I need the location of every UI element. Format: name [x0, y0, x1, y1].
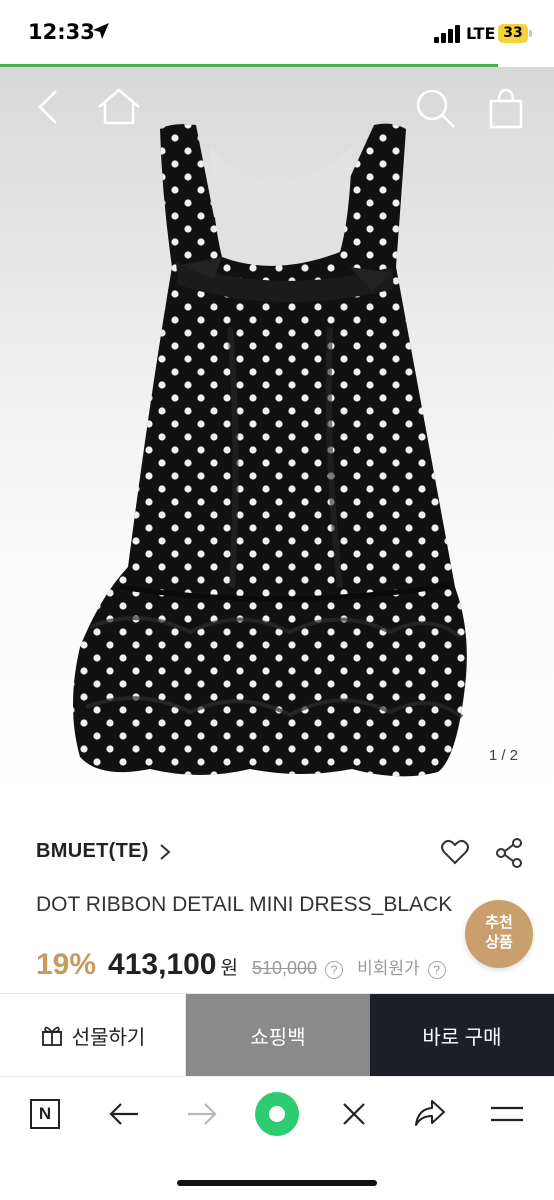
brand-link[interactable]: BMUET(TE) — [36, 840, 171, 863]
battery-tip — [529, 30, 532, 37]
search-icon[interactable] — [414, 87, 456, 129]
gift-icon — [41, 1026, 62, 1046]
buy-now-button[interactable]: 바로 구매 — [370, 994, 554, 1076]
green-dot-icon[interactable] — [254, 1091, 300, 1137]
location-arrow-icon — [93, 23, 109, 39]
home-icon[interactable] — [96, 87, 142, 127]
close-icon[interactable] — [342, 1102, 366, 1126]
chevron-right-icon — [160, 843, 171, 860]
original-price: 510,000 — [251, 958, 318, 978]
product-image — [73, 123, 467, 777]
help-icon[interactable]: ? — [325, 961, 344, 979]
recommend-line2: 상품 — [485, 934, 513, 951]
status-time: 12:33 — [28, 20, 95, 44]
naver-home-button[interactable]: N — [30, 1099, 60, 1129]
share-icon[interactable] — [495, 838, 523, 868]
signal-icon — [434, 25, 462, 43]
help-icon[interactable]: ? — [427, 961, 446, 979]
menu-icon[interactable] — [490, 1105, 524, 1123]
member-price-label: 비회원가 — [357, 959, 420, 978]
forward-arrow-icon[interactable] — [186, 1101, 218, 1127]
brand-name: BMUET(TE) — [36, 840, 149, 862]
shopping-bag-icon[interactable] — [488, 87, 524, 129]
home-indicator — [177, 1180, 377, 1186]
network-label: LTE — [466, 24, 496, 43]
gift-label: 선물하기 — [71, 1026, 146, 1049]
gallery-pager: 1 / 2 — [488, 747, 518, 764]
back-icon[interactable] — [36, 87, 60, 127]
gift-button[interactable]: 선물하기 — [0, 994, 186, 1076]
status-bar: 12:33 LTE 33 — [0, 0, 554, 67]
currency-label: 원 — [220, 958, 238, 979]
product-image-gallery[interactable]: 1 / 2 — [0, 67, 554, 800]
product-title: DOT RIBBON DETAIL MINI DRESS_BLACK — [36, 893, 453, 916]
back-arrow-icon[interactable] — [108, 1101, 140, 1127]
recommend-line1: 추천 — [485, 914, 513, 931]
purchase-bar: 선물하기 쇼핑백 바로 구매 — [0, 993, 554, 1076]
share-arrow-icon[interactable] — [414, 1099, 446, 1127]
add-to-bag-button[interactable]: 쇼핑백 — [186, 994, 370, 1076]
discount-rate: 19% — [36, 948, 97, 981]
heart-icon[interactable] — [440, 838, 470, 866]
battery-icon: 33 — [498, 24, 528, 43]
sale-price: 413,100 — [108, 948, 217, 981]
recommended-products-button[interactable]: 추천 상품 — [465, 900, 533, 968]
price-row: 19% 413,100 원 510,000 ? 비회원가 ? — [36, 948, 446, 982]
